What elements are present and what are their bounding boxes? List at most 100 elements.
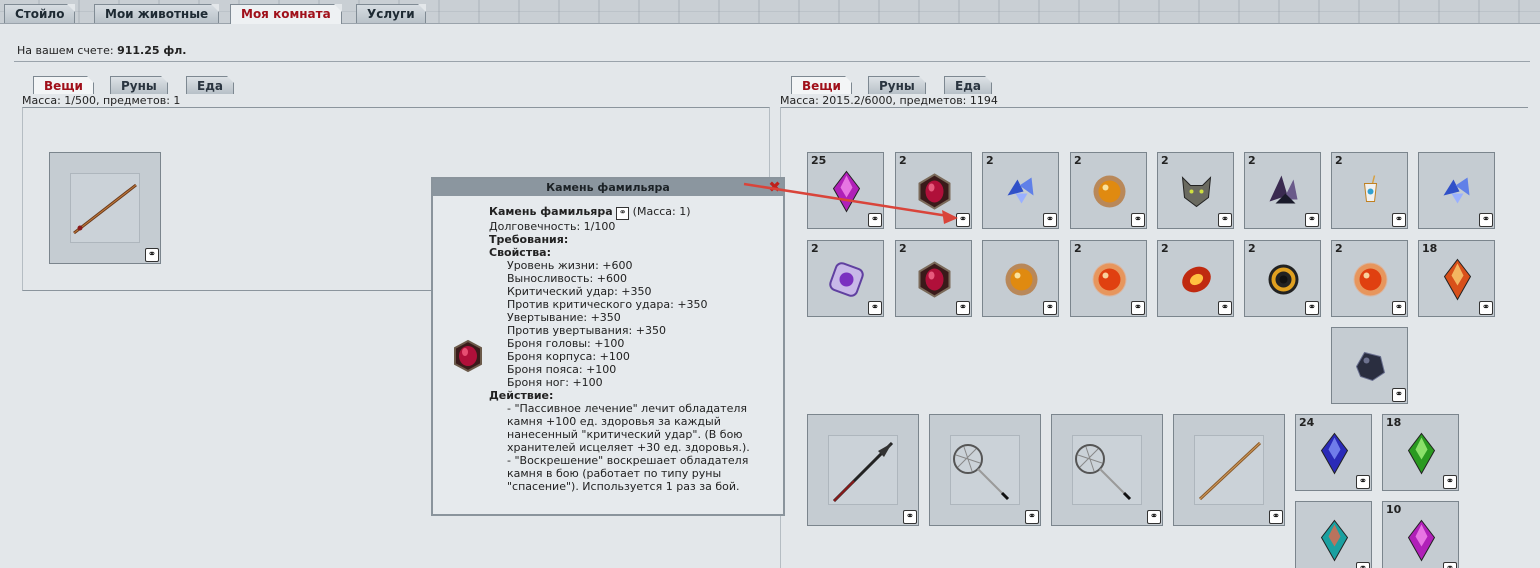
inventory-slot[interactable]: ⚭ — [982, 240, 1059, 317]
inventory-slot[interactable]: 18 ⚭ — [1382, 414, 1459, 491]
action-heading: Действие: — [489, 389, 554, 402]
bound-icon: ⚭ — [956, 213, 970, 227]
inventory-slot[interactable]: 2 ⚭ — [807, 240, 884, 317]
left-tab-items[interactable]: Вещи — [33, 76, 94, 94]
tooltip-body: Камень фамильяра ⚭ (Масса: 1) Долговечно… — [489, 205, 779, 493]
action-line: - "Воскрешение" воскрешает обладателя — [507, 454, 749, 467]
divider — [14, 61, 1530, 62]
item-count: 2 — [1161, 242, 1169, 255]
balance-label: На вашем счете: — [17, 44, 114, 57]
bound-icon: ⚭ — [145, 248, 159, 262]
bound-icon: ⚭ — [1147, 510, 1161, 524]
inventory-slot[interactable]: 2 ⚭ — [1244, 240, 1321, 317]
bound-icon: ⚭ — [1356, 562, 1370, 568]
inventory-slot[interactable]: ⚭ — [807, 414, 919, 526]
item-count: 2 — [899, 242, 907, 255]
item-count: 2 — [899, 154, 907, 167]
tooltip-title: Камень фамильяра — [433, 179, 783, 196]
bound-icon: ⚭ — [1392, 301, 1406, 315]
item-tooltip: Камень фамильяра ✖ Камень фамильяра ⚭ (М… — [431, 177, 785, 516]
inventory-slot[interactable]: ⚭ — [1418, 152, 1495, 229]
inventory-slot[interactable]: 25 ⚭ — [807, 152, 884, 229]
tab-stable[interactable]: Стойло — [4, 4, 76, 23]
bound-icon: ⚭ — [903, 510, 917, 524]
rainbow-crystal-icon — [1320, 519, 1349, 562]
bound-icon: ⚭ — [868, 213, 882, 227]
bound-icon: ⚭ — [1305, 301, 1319, 315]
bound-icon: ⚭ — [1392, 388, 1406, 402]
item-count: 2 — [1335, 242, 1343, 255]
properties-heading: Свойства: — [489, 246, 551, 259]
item-count: 18 — [1422, 242, 1438, 255]
inventory-slot[interactable]: 2 ⚭ — [1070, 152, 1147, 229]
bound-icon: ⚭ — [616, 207, 630, 220]
inventory-slot[interactable]: 2 ⚭ — [895, 152, 972, 229]
inventory-slot[interactable]: ⚭ — [1173, 414, 1285, 526]
bound-icon: ⚭ — [1269, 510, 1283, 524]
bound-icon: ⚭ — [1479, 301, 1493, 315]
bound-icon: ⚭ — [1043, 213, 1057, 227]
inventory-slot[interactable]: 24 ⚭ — [1295, 414, 1372, 491]
bound-icon: ⚭ — [868, 301, 882, 315]
left-tab-runes[interactable]: Руны — [110, 76, 168, 94]
item-durability: Долговечность: 1/100 — [489, 220, 616, 233]
bound-icon: ⚭ — [1218, 213, 1232, 227]
property-line: Броня пояса: +100 — [507, 363, 617, 376]
item-count: 2 — [811, 242, 819, 255]
property-line: Критический удар: +350 — [507, 285, 652, 298]
action-line: "спасение"). Используется 1 раз за бой. — [507, 480, 740, 493]
right-tab-items[interactable]: Вещи — [791, 76, 852, 94]
inventory-slot[interactable]: ⚭ — [929, 414, 1041, 526]
bound-icon: ⚭ — [1356, 475, 1370, 489]
bound-icon: ⚭ — [1218, 301, 1232, 315]
item-count: 2 — [1248, 154, 1256, 167]
action-line: камня в бою (работает по типу руны — [507, 467, 722, 480]
item-count: 2 — [1335, 154, 1343, 167]
left-tab-food[interactable]: Еда — [186, 76, 234, 94]
balance-value: 911.25 фл. — [117, 44, 187, 57]
inventory-slot[interactable]: 2 ⚭ — [1331, 152, 1408, 229]
property-line: Броня корпуса: +100 — [507, 350, 630, 363]
bound-icon: ⚭ — [956, 301, 970, 315]
inventory-slot[interactable]: 2 ⚭ — [1157, 152, 1234, 229]
inventory-slot[interactable]: 2 ⚭ — [1331, 240, 1408, 317]
bound-icon: ⚭ — [1443, 562, 1457, 568]
property-line: Против увертывания: +350 — [507, 324, 666, 337]
bound-icon: ⚭ — [1131, 213, 1145, 227]
item-mass: (Масса: 1) — [632, 205, 691, 218]
inventory-slot[interactable]: 2 ⚭ — [1157, 240, 1234, 317]
item-count: 2 — [1161, 154, 1169, 167]
item-count: 10 — [1386, 503, 1402, 516]
item-name: Камень фамильяра — [489, 205, 613, 218]
property-line: Увертывание: +350 — [507, 311, 621, 324]
bound-icon: ⚭ — [1131, 301, 1145, 315]
inventory-slot[interactable]: 2 ⚭ — [982, 152, 1059, 229]
close-icon[interactable]: ✖ — [768, 179, 781, 195]
inventory-slot[interactable]: ⚭ — [1295, 501, 1372, 568]
inventory-slot[interactable]: 10 ⚭ — [1382, 501, 1459, 568]
item-count: 25 — [811, 154, 827, 167]
item-count: 2 — [1074, 242, 1082, 255]
bound-icon: ⚭ — [1479, 213, 1493, 227]
account-balance: На вашем счете: 911.25 фл. — [17, 44, 187, 57]
inventory-slot[interactable]: 18 ⚭ — [1418, 240, 1495, 317]
right-mass-info: Масса: 2015.2/6000, предметов: 1194 — [780, 94, 998, 107]
inventory-slot[interactable]: ⚭ — [49, 152, 161, 264]
inventory-slot[interactable]: 2 ⚭ — [1244, 152, 1321, 229]
tab-my-room[interactable]: Моя комната — [230, 4, 342, 24]
action-line: нанесенный "критический удар". (В бою — [507, 428, 743, 441]
property-line: Против критического удара: +350 — [507, 298, 708, 311]
inventory-slot[interactable]: 2 ⚭ — [1070, 240, 1147, 317]
inventory-slot[interactable]: ⚭ — [1331, 327, 1408, 404]
requirements-heading: Требования: — [489, 233, 569, 246]
right-tab-runes[interactable]: Руны — [868, 76, 926, 94]
right-tab-food[interactable]: Еда — [944, 76, 992, 94]
inventory-slot[interactable]: ⚭ — [1051, 414, 1163, 526]
item-count: 18 — [1386, 416, 1402, 429]
item-count: 2 — [1074, 154, 1082, 167]
inventory-slot[interactable]: 2 ⚭ — [895, 240, 972, 317]
tab-my-animals[interactable]: Мои животные — [94, 4, 220, 23]
bound-icon: ⚭ — [1305, 213, 1319, 227]
property-line: Броня ног: +100 — [507, 376, 603, 389]
tab-services[interactable]: Услуги — [356, 4, 426, 23]
